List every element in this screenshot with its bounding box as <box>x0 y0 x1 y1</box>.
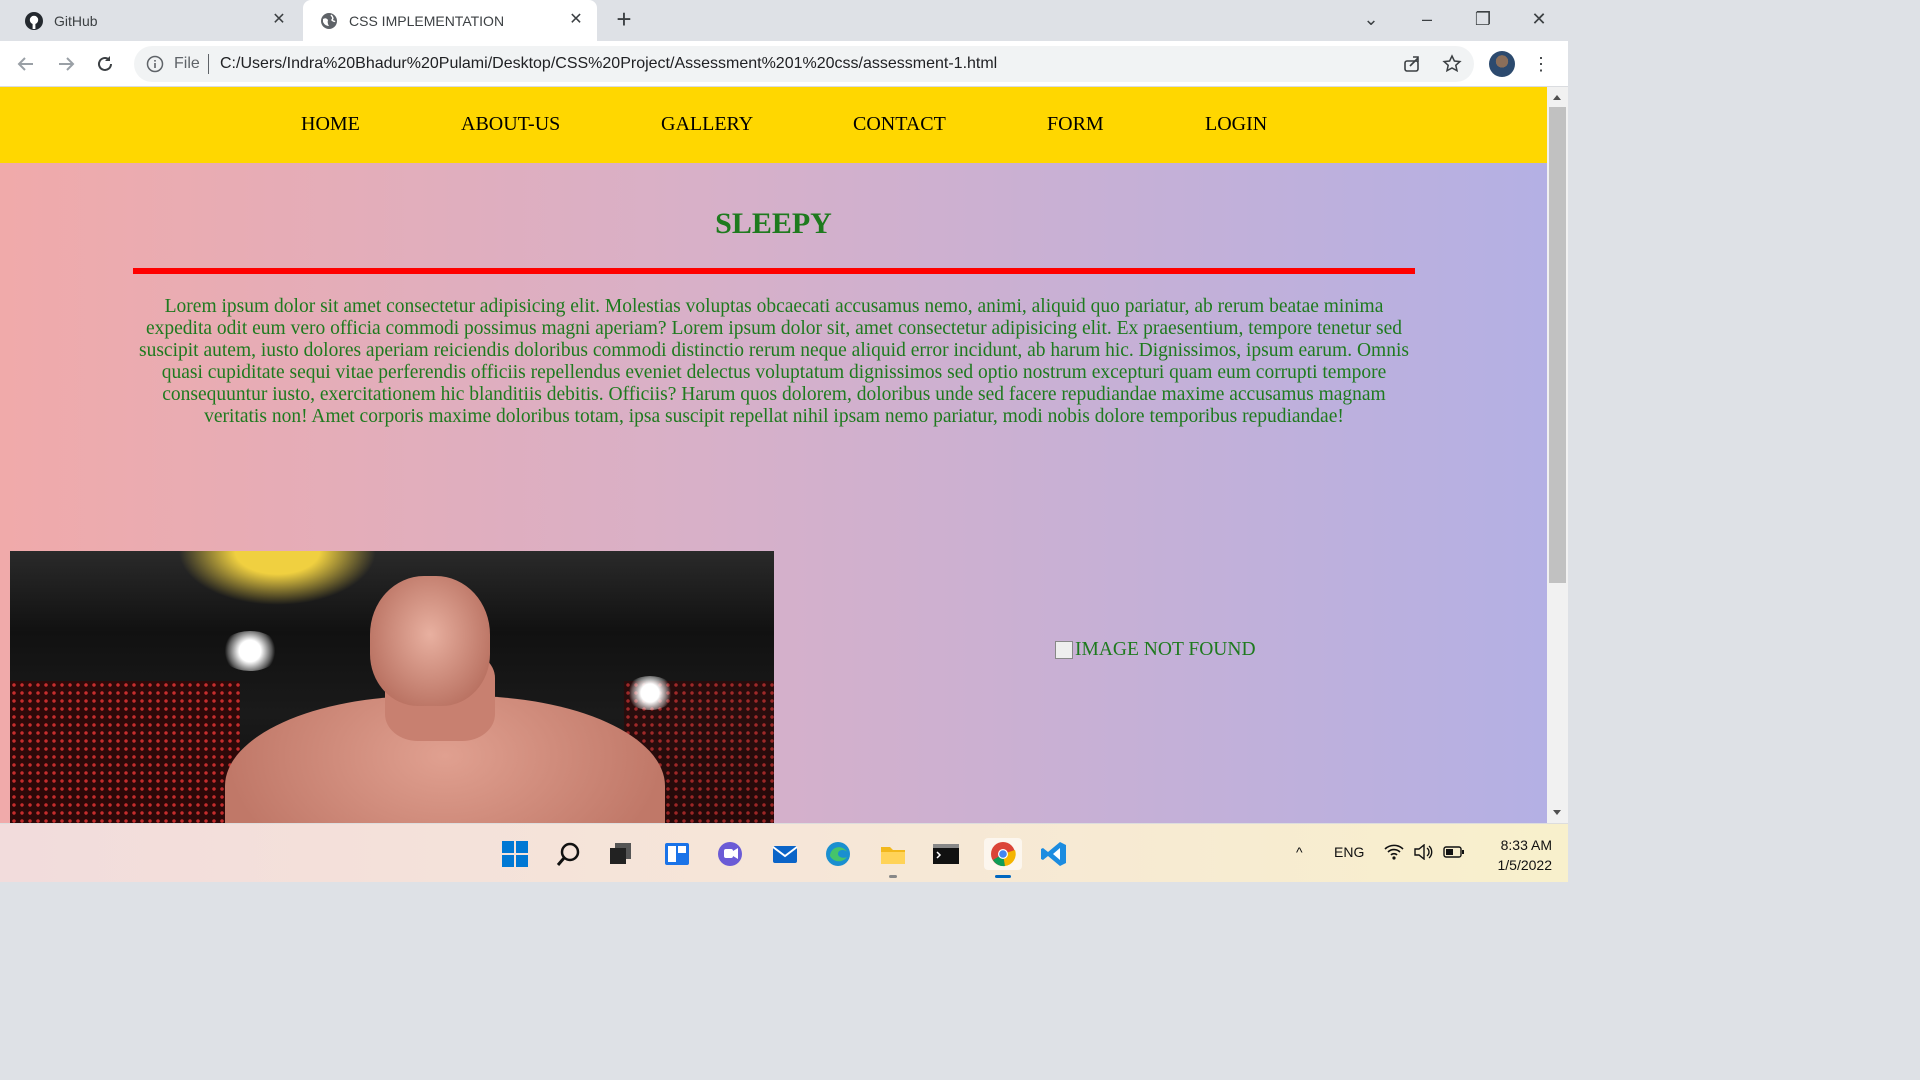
file-explorer-icon[interactable] <box>877 838 909 878</box>
tab-css-implementation[interactable]: CSS IMPLEMENTATION ✕ <box>303 0 597 42</box>
broken-image: IMAGE NOT FOUND <box>1055 639 1256 661</box>
tab-github[interactable]: GitHub ✕ <box>8 0 300 41</box>
bookmark-star-icon[interactable] <box>1442 54 1464 76</box>
stage-lights-left <box>10 681 240 823</box>
tab-title: GitHub <box>54 12 98 29</box>
tab-search-icon[interactable]: ⌄ <box>1351 6 1391 32</box>
running-indicator <box>889 875 897 878</box>
url-text[interactable]: C:/Users/Indra%20Bhadur%20Pulami/Desktop… <box>220 55 997 73</box>
chat-icon[interactable] <box>714 838 746 870</box>
broken-image-alt-text: IMAGE NOT FOUND <box>1075 639 1256 660</box>
new-tab-button[interactable]: + <box>610 6 638 34</box>
battery-icon[interactable] <box>1443 844 1465 863</box>
tab-strip: GitHub ✕ CSS IMPLEMENTATION ✕ + ⌄ – ❐ ✕ <box>0 0 1568 42</box>
nav-link-login[interactable]: LOGIN <box>1205 113 1267 136</box>
wrestler-photo <box>10 551 774 823</box>
close-tab-icon[interactable]: ✕ <box>567 11 585 29</box>
broken-image-icon <box>1055 641 1073 659</box>
page-heading: SLEEPY <box>715 207 832 240</box>
address-bar[interactable]: File C:/Users/Indra%20Bhadur%20Pulami/De… <box>134 46 1474 82</box>
globe-icon <box>319 11 339 31</box>
vertical-scrollbar[interactable] <box>1547 87 1568 823</box>
scheme-label: File <box>174 55 200 72</box>
restore-icon[interactable]: ❐ <box>1463 6 1503 32</box>
scrollbar-thumb[interactable] <box>1549 107 1566 583</box>
volume-icon[interactable] <box>1413 843 1433 863</box>
scroll-up-arrow-icon[interactable] <box>1553 95 1561 100</box>
window-close-icon[interactable]: ✕ <box>1519 6 1559 32</box>
intro-paragraph: Lorem ipsum dolor sit amet consectetur a… <box>139 296 1409 427</box>
scroll-down-arrow-icon[interactable] <box>1553 810 1561 815</box>
windows-taskbar: ^ ENG 8:33 AM 1/5/2022 <box>0 823 1568 882</box>
more-menu-icon[interactable]: ⋮ <box>1531 53 1551 75</box>
reload-icon[interactable] <box>91 50 119 78</box>
profile-avatar[interactable] <box>1489 51 1515 77</box>
nav-link-contact[interactable]: CONTACT <box>853 113 946 136</box>
vscode-icon[interactable] <box>1038 838 1070 870</box>
site-navbar: HOME ABOUT-US GALLERY CONTACT FORM LOGIN <box>0 87 1547 163</box>
browser-toolbar: File C:/Users/Indra%20Bhadur%20Pulami/De… <box>0 41 1568 87</box>
active-indicator <box>995 875 1011 878</box>
minimize-icon[interactable]: – <box>1407 6 1447 32</box>
spotlight <box>220 631 280 671</box>
github-icon <box>24 11 44 31</box>
task-view-icon[interactable] <box>605 838 637 870</box>
site-info-icon[interactable] <box>146 55 164 78</box>
tab-title: CSS IMPLEMENTATION <box>349 13 505 29</box>
close-tab-icon[interactable]: ✕ <box>270 11 288 29</box>
heading-divider <box>133 268 1415 274</box>
nav-link-gallery[interactable]: GALLERY <box>661 113 753 136</box>
back-arrow-icon[interactable] <box>12 50 40 78</box>
spotlight <box>625 676 675 710</box>
nav-link-form[interactable]: FORM <box>1047 113 1104 136</box>
edge-icon[interactable] <box>822 838 854 870</box>
windows-start-icon[interactable] <box>499 838 531 870</box>
widgets-icon[interactable] <box>661 838 693 870</box>
nav-link-about-us[interactable]: ABOUT-US <box>461 113 560 136</box>
search-icon[interactable] <box>553 838 585 870</box>
nav-link-home[interactable]: HOME <box>301 113 360 136</box>
share-icon[interactable] <box>1402 54 1424 76</box>
show-hidden-icons-chevron-icon[interactable]: ^ <box>1296 844 1303 860</box>
forward-arrow-icon[interactable] <box>52 50 80 78</box>
wifi-icon[interactable] <box>1384 844 1404 863</box>
omnibox-divider <box>208 54 209 74</box>
language-indicator[interactable]: ENG <box>1334 844 1364 860</box>
wrestler-head <box>370 576 490 706</box>
system-clock[interactable]: 8:33 AM 1/5/2022 <box>1480 835 1553 875</box>
page-viewport: HOME ABOUT-US GALLERY CONTACT FORM LOGIN… <box>0 87 1547 823</box>
clock-time: 8:33 AM <box>1500 837 1552 853</box>
terminal-icon[interactable] <box>930 838 962 870</box>
mail-icon[interactable] <box>769 838 801 870</box>
chrome-icon[interactable] <box>984 838 1022 878</box>
clock-date: 1/5/2022 <box>1497 857 1553 873</box>
